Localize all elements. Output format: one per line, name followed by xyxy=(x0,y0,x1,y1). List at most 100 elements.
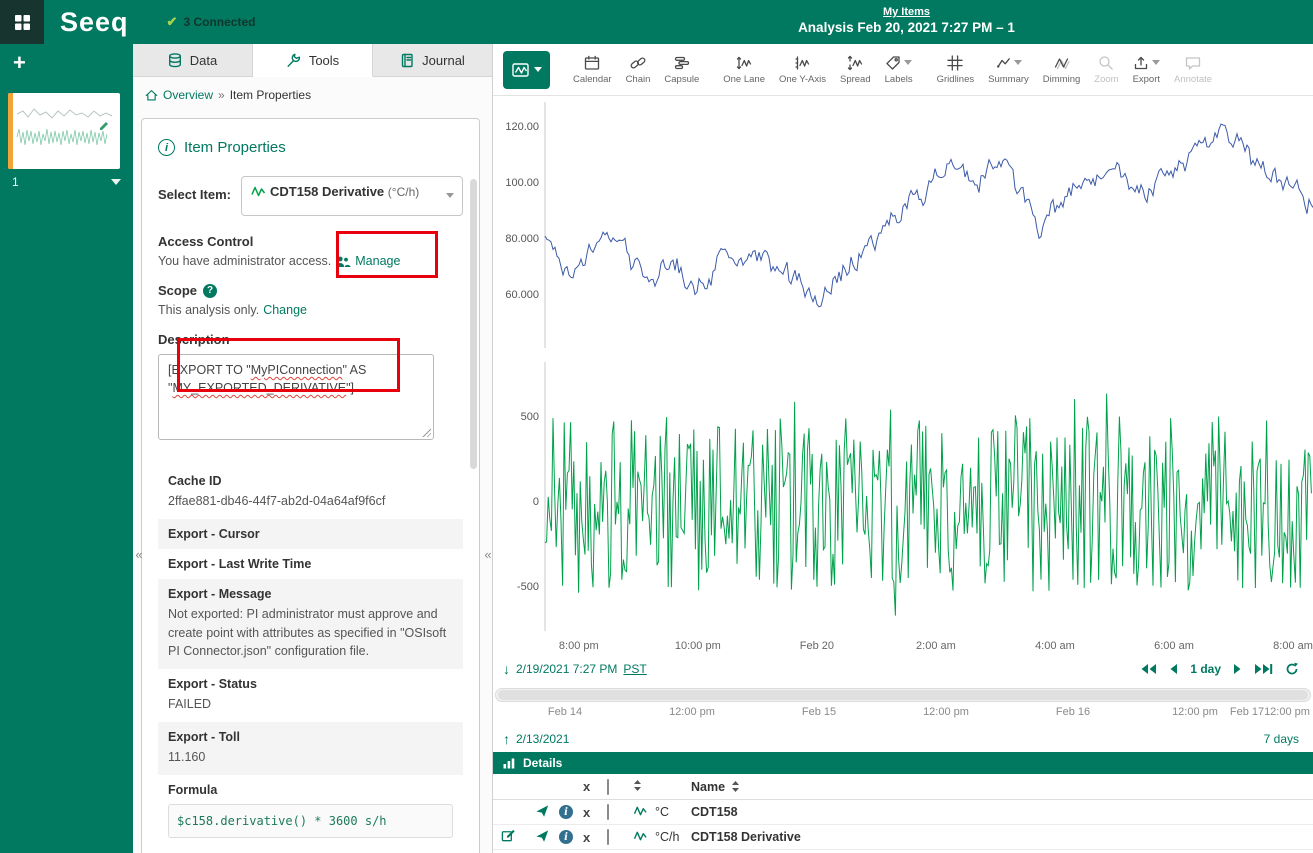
item-select-dropdown[interactable]: CDT158 Derivative (°C/h) xyxy=(241,176,463,216)
collapse-panel-left-handle[interactable]: « xyxy=(133,541,145,567)
property-row: Export - Toll 11.160 xyxy=(158,722,463,775)
timebar-tick-label: Feb 14 xyxy=(535,706,595,718)
agents-status[interactable]: ✔ 3 Connected xyxy=(167,14,256,30)
breadcrumb: Overview » Item Properties xyxy=(133,77,492,102)
item-unit: °C/h xyxy=(655,830,691,844)
skip-to-start-button[interactable] xyxy=(1140,663,1157,675)
info-icon[interactable]: i xyxy=(559,805,573,819)
trend-toolbar: Calendar Chain Capsule xyxy=(493,44,1313,96)
toolbar-item-export[interactable]: Export xyxy=(1126,51,1167,88)
worksheet-footer: 1 xyxy=(0,175,133,189)
access-control-line: You have administrator access. Manage xyxy=(158,254,463,268)
bar-chart-icon xyxy=(502,757,516,770)
info-icon[interactable]: i xyxy=(559,830,573,844)
new-worksheet-button[interactable]: + xyxy=(0,44,30,76)
send-to-trend-icon[interactable] xyxy=(535,829,550,843)
toolbar-item-calendar[interactable]: Calendar xyxy=(566,51,619,88)
wrench-icon xyxy=(286,53,301,68)
tab-label: Data xyxy=(190,53,217,68)
selected-item-uom: (°C/h) xyxy=(388,185,419,199)
remove-column-header-icon[interactable]: x xyxy=(583,779,607,794)
connected-label: 3 Connected xyxy=(183,15,255,29)
toolbar-item-capsule[interactable]: Capsule xyxy=(657,51,706,88)
tab-data[interactable]: Data xyxy=(133,44,253,77)
signal-icon xyxy=(633,830,648,842)
signal-icon xyxy=(251,185,266,198)
item-name[interactable]: CDT158 Derivative xyxy=(691,830,1313,844)
details-header-bar: Details xyxy=(493,752,1313,774)
toolbar-item-spread[interactable]: Spread xyxy=(833,51,878,88)
scope-line: This analysis only. Change xyxy=(158,303,463,317)
skip-to-end-button[interactable] xyxy=(1254,663,1273,675)
toolbar-item-one-lane[interactable]: One Lane xyxy=(716,51,772,88)
investigate-duration[interactable]: 7 days xyxy=(1264,732,1299,746)
panel-scrollbar[interactable] xyxy=(470,179,477,469)
trend-chart[interactable]: 120.00100.0080.00060.0005000-5008:00 pm1… xyxy=(493,96,1313,656)
sort-icon[interactable] xyxy=(731,780,740,793)
app-switcher-button[interactable] xyxy=(0,0,44,44)
timebar-track[interactable] xyxy=(495,688,1311,702)
details-row-cdt158[interactable]: i x °C CDT158 xyxy=(493,800,1313,825)
step-back-button[interactable] xyxy=(1169,663,1178,675)
timezone-link[interactable]: PST xyxy=(623,662,646,676)
my-items-link[interactable]: My Items xyxy=(883,6,930,18)
item-name[interactable]: CDT158 xyxy=(691,805,1313,819)
edit-icon[interactable] xyxy=(501,828,516,843)
property-row: Export - Last Write Time xyxy=(158,549,463,579)
investigate-range-row: ↑ 2/13/2021 7 days xyxy=(493,726,1313,752)
tab-label: Tools xyxy=(309,53,339,68)
calendar-icon xyxy=(584,55,600,71)
scope-text: This analysis only. xyxy=(158,303,259,317)
property-row: Export - Status FAILED xyxy=(158,669,463,722)
send-to-trend-icon[interactable] xyxy=(535,804,550,818)
misspelled-word: MY_EXPORTED_DERIVATIVE xyxy=(172,381,346,395)
manage-access-link[interactable]: Manage xyxy=(335,254,400,268)
view-mode-button[interactable] xyxy=(503,51,550,89)
select-all-checkbox[interactable] xyxy=(607,779,609,795)
breadcrumb-overview-link[interactable]: Overview xyxy=(163,88,213,102)
investigate-start-date[interactable]: 2/13/2021 xyxy=(516,732,569,746)
chevron-down-icon[interactable] xyxy=(111,179,121,185)
toolbar-item-gridlines[interactable]: Gridlines xyxy=(930,51,982,88)
chevron-down-icon xyxy=(1152,60,1160,65)
refresh-button[interactable] xyxy=(1285,662,1299,676)
range-start-datetime[interactable]: 2/19/2021 7:27 PM xyxy=(516,662,617,676)
item-checkbox[interactable] xyxy=(607,829,609,845)
step-forward-button[interactable] xyxy=(1233,663,1242,675)
toolbar-item-chain[interactable]: Chain xyxy=(619,51,658,88)
toolbar-item-summary[interactable]: Summary xyxy=(981,51,1036,88)
toolbar-item-one-y-axis[interactable]: One Y-Axis xyxy=(772,51,833,88)
item-checkbox[interactable] xyxy=(607,804,609,820)
toolbar-item-dimming[interactable]: Dimming xyxy=(1036,51,1087,88)
timebar-handle[interactable] xyxy=(498,690,1308,700)
help-icon[interactable]: ? xyxy=(203,284,217,298)
description-textarea[interactable]: [EXPORT TO "MyPIConnection" AS "MY_EXPOR… xyxy=(158,354,434,440)
remove-item-icon[interactable]: x xyxy=(583,830,607,845)
timebar-tick-label: 12:00 pm xyxy=(1257,706,1313,718)
tab-tools[interactable]: Tools xyxy=(253,44,373,77)
scope-change-link[interactable]: Change xyxy=(263,303,307,317)
name-column-header[interactable]: Name xyxy=(691,780,725,794)
select-item-row: Select Item: CDT158 Derivative (°C/h) xyxy=(158,176,463,216)
worksheet-thumbnail[interactable] xyxy=(8,93,120,169)
check-icon: ✔ xyxy=(167,14,178,30)
sort-icon[interactable] xyxy=(633,779,642,792)
toolbar-item-labels[interactable]: Labels xyxy=(878,51,920,88)
formula-code: $c158.derivative() * 3600 s/h xyxy=(168,804,453,838)
breadcrumb-separator: » xyxy=(218,88,225,102)
timebar-tick-label: 12:00 pm xyxy=(916,706,976,718)
breadcrumb-current: Item Properties xyxy=(230,88,311,102)
spread-icon xyxy=(847,55,863,71)
property-row: Export - Cursor xyxy=(158,519,463,549)
chevron-down-icon xyxy=(904,60,912,65)
details-row-cdt158-derivative[interactable]: i x °C/h CDT158 Derivative xyxy=(493,825,1313,850)
seeq-logo[interactable]: Seeq xyxy=(60,7,129,38)
collapse-panel-right-handle[interactable]: « xyxy=(482,541,494,567)
tab-journal[interactable]: Journal xyxy=(373,44,492,77)
one-y-axis-icon xyxy=(794,55,810,71)
remove-item-icon[interactable]: x xyxy=(583,805,607,820)
labels-icon xyxy=(885,55,901,71)
panel-tabs: Data Tools Journal xyxy=(133,44,492,77)
x-axis-tick-label: Feb 20 xyxy=(782,640,852,652)
range-duration-label[interactable]: 1 day xyxy=(1190,662,1221,676)
